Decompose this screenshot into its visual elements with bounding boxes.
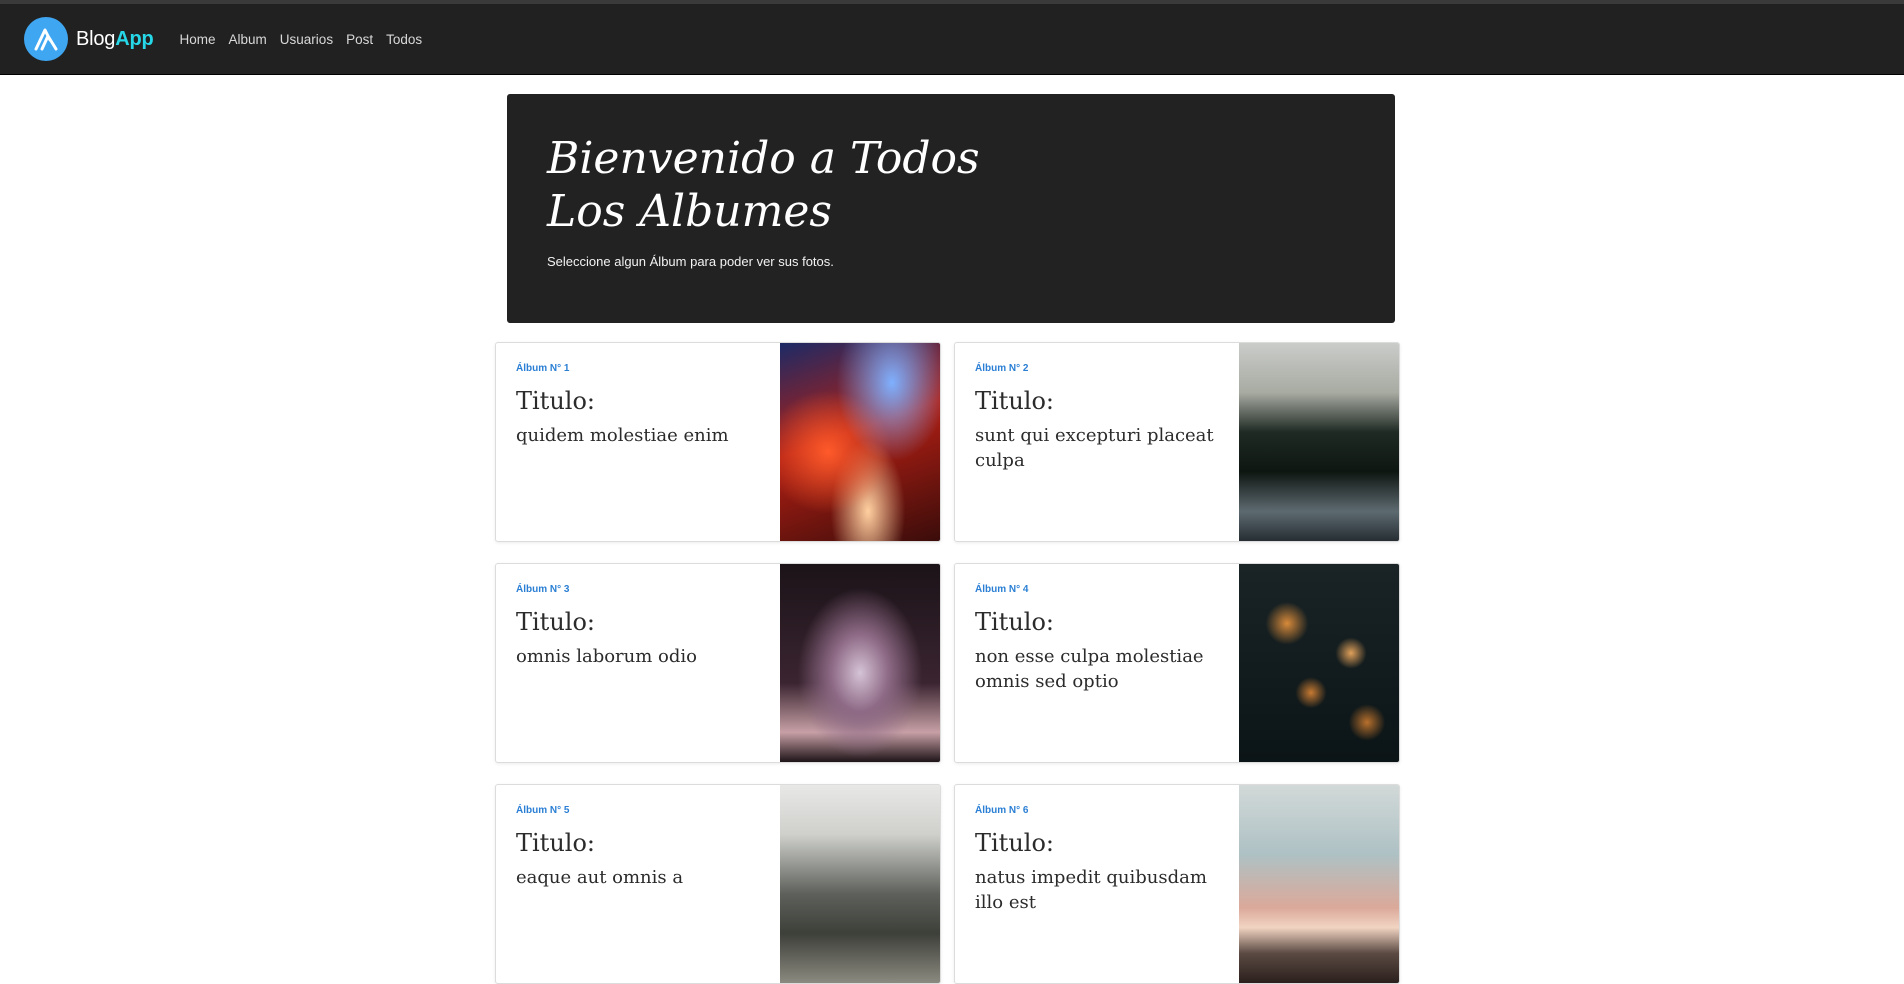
album-number: Álbum N° 3: [516, 584, 570, 595]
album-number: Álbum N° 5: [516, 805, 570, 816]
album-image: [780, 785, 940, 983]
album-title-label: Titulo:: [975, 829, 1054, 857]
brand-name: BlogApp: [76, 28, 154, 51]
album-image: [1239, 785, 1399, 983]
album-title-label: Titulo:: [516, 608, 595, 636]
album-title: omnis laborum odio: [516, 646, 698, 667]
navbar: BlogApp Home Album Usuarios Post Todos: [0, 4, 1904, 75]
album-image: [1239, 343, 1399, 541]
album-title-label: Titulo:: [516, 387, 595, 415]
album-title: quidem molestiae enim: [516, 425, 729, 446]
album-title: eaque aut omnis a: [516, 867, 684, 888]
nav-link-home[interactable]: Home: [180, 32, 216, 47]
album-grid: Álbum N° 1 Titulo: quidem molestiae enim…: [495, 342, 1407, 984]
album-card-body: Álbum N° 1 Titulo: quidem molestiae enim: [496, 343, 780, 541]
album-title-label: Titulo:: [975, 387, 1054, 415]
album-image: [780, 564, 940, 762]
nav-link-todos[interactable]: Todos: [386, 32, 422, 47]
album-card-body: Álbum N° 3 Titulo: omnis laborum odio: [496, 564, 780, 762]
album-card-3[interactable]: Álbum N° 3 Titulo: omnis laborum odio: [495, 563, 941, 763]
album-title-label: Titulo:: [975, 608, 1054, 636]
nav-link-usuarios[interactable]: Usuarios: [280, 32, 333, 47]
brand-name-part2: App: [115, 27, 154, 50]
album-card-4[interactable]: Álbum N° 4 Titulo: non esse culpa molest…: [954, 563, 1400, 763]
album-number: Álbum N° 4: [975, 584, 1029, 595]
album-card-body: Álbum N° 6 Titulo: natus impedit quibusd…: [955, 785, 1239, 983]
nav-links: Home Album Usuarios Post Todos: [180, 32, 436, 47]
album-number: Álbum N° 2: [975, 363, 1029, 374]
album-image: [1239, 564, 1399, 762]
album-number: Álbum N° 6: [975, 805, 1029, 816]
album-card-6[interactable]: Álbum N° 6 Titulo: natus impedit quibusd…: [954, 784, 1400, 984]
album-title: sunt qui excepturi placeat culpa: [975, 425, 1214, 471]
hero-banner: Bienvenido a Todos Los Albumes Seleccion…: [507, 94, 1395, 323]
nav-link-post[interactable]: Post: [346, 32, 373, 47]
album-title-label: Titulo:: [516, 829, 595, 857]
brand-link[interactable]: BlogApp: [24, 17, 154, 61]
album-card-5[interactable]: Álbum N° 5 Titulo: eaque aut omnis a: [495, 784, 941, 984]
brand-name-part1: Blog: [76, 27, 116, 50]
album-image: [780, 343, 940, 541]
album-card-body: Álbum N° 4 Titulo: non esse culpa molest…: [955, 564, 1239, 762]
album-title: natus impedit quibusdam illo est: [975, 867, 1207, 913]
nav-link-album[interactable]: Album: [229, 32, 267, 47]
album-title: non esse culpa molestiae omnis sed optio: [975, 646, 1204, 692]
hero-title: Bienvenido a Todos Los Albumes: [547, 133, 980, 237]
blogapp-logo-icon: [24, 17, 68, 61]
album-number: Álbum N° 1: [516, 363, 570, 374]
album-card-body: Álbum N° 2 Titulo: sunt qui excepturi pl…: [955, 343, 1239, 541]
hero-subtitle: Seleccione algun Álbum para poder ver su…: [547, 254, 834, 269]
album-card-2[interactable]: Álbum N° 2 Titulo: sunt qui excepturi pl…: [954, 342, 1400, 542]
album-card-1[interactable]: Álbum N° 1 Titulo: quidem molestiae enim: [495, 342, 941, 542]
album-card-body: Álbum N° 5 Titulo: eaque aut omnis a: [496, 785, 780, 983]
